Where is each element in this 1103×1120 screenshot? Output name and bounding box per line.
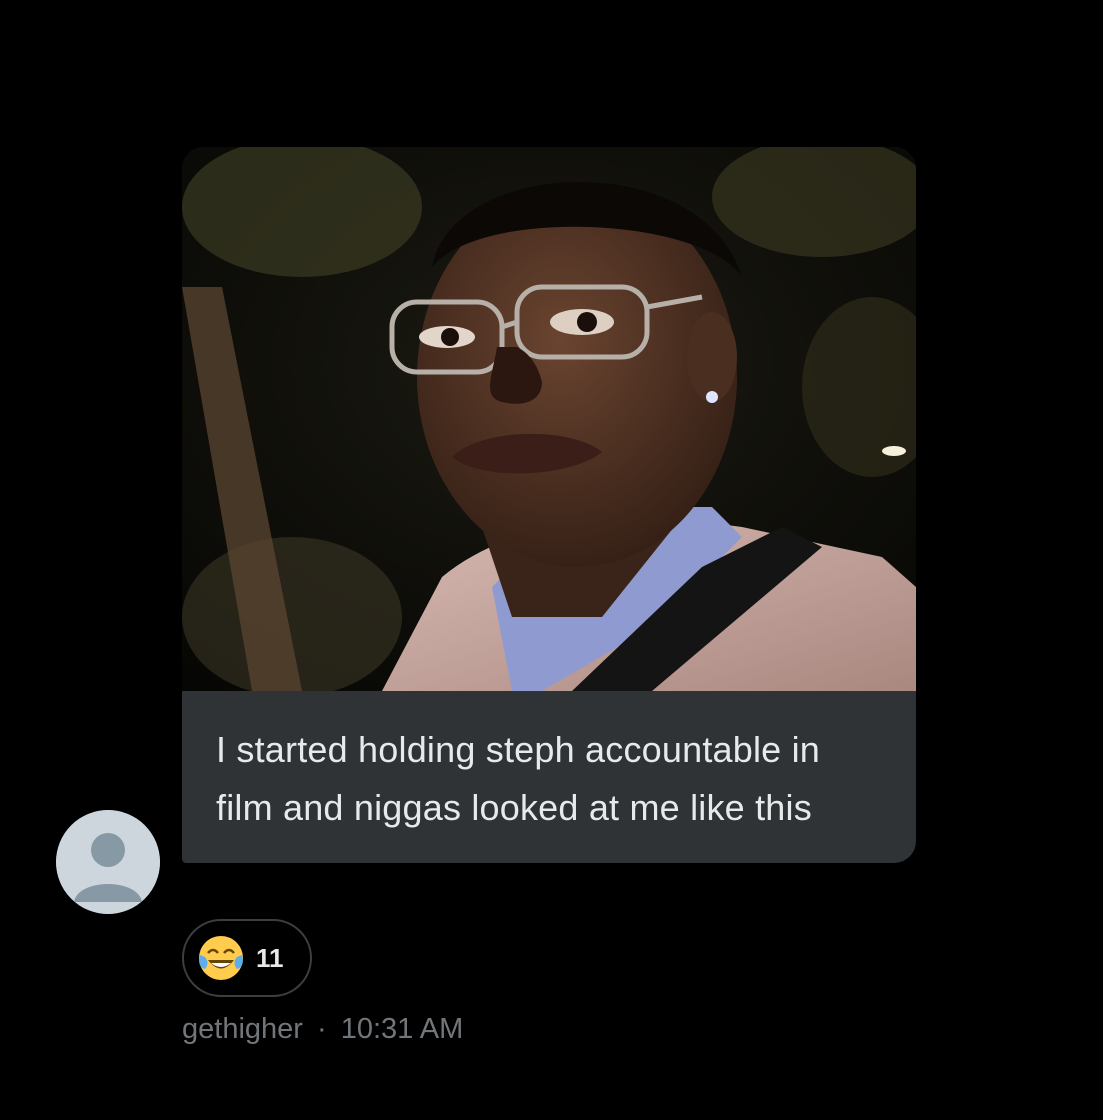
default-user-avatar-icon xyxy=(56,810,160,914)
message-timestamp: 10:31 AM xyxy=(340,1013,464,1045)
meme-photo xyxy=(182,147,916,691)
message-photo[interactable] xyxy=(182,147,916,691)
message-bubble[interactable]: I started holding steph accountable in f… xyxy=(182,147,916,863)
message-meta: gethigher · 10:31 AM xyxy=(182,1013,463,1046)
message-text: I started holding steph accountable in f… xyxy=(216,729,821,828)
face-with-tears-of-joy-icon xyxy=(199,936,243,980)
meta-separator: · xyxy=(317,1013,327,1045)
sender-username[interactable]: gethigher xyxy=(182,1013,303,1045)
reaction-count: 11 xyxy=(256,942,284,973)
dm-conversation-view: I started holding steph accountable in f… xyxy=(0,0,1103,1120)
sender-avatar[interactable] xyxy=(56,810,160,914)
reaction-pill[interactable]: 11 xyxy=(182,919,312,997)
